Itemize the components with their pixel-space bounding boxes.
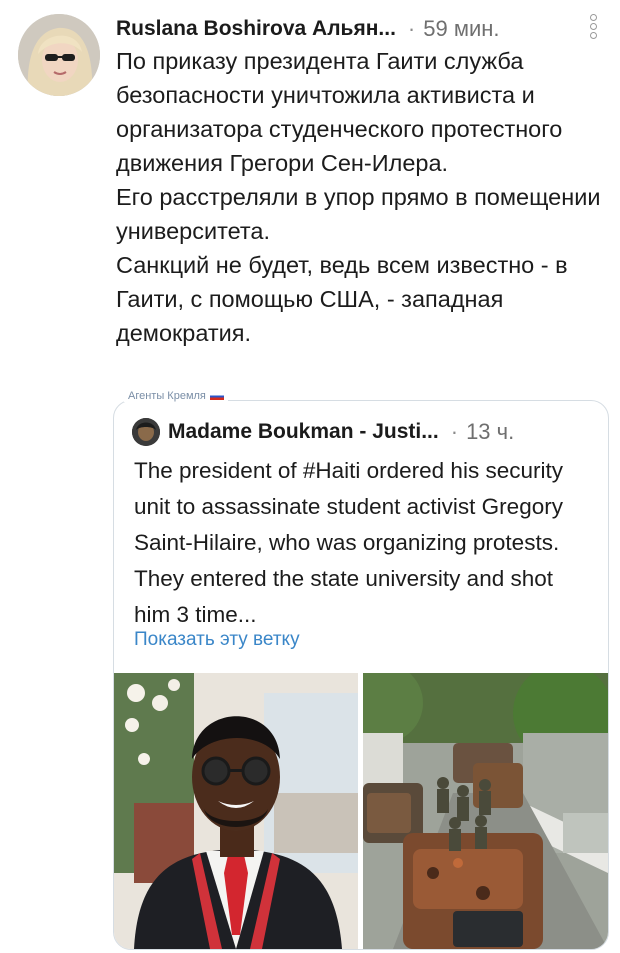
- separator-dot: ·: [407, 16, 416, 41]
- photo-man-portrait[interactable]: [114, 673, 358, 949]
- tweet-header: Ruslana Boshirova Альян... · 59 мин.: [116, 12, 606, 46]
- watermark: Агенты Кремля: [124, 390, 228, 402]
- tweet-paragraph: Санкций не будет, ведь всем известно - в…: [116, 252, 568, 346]
- quoted-tweet[interactable]: Madame Boukman - Justi... · 13 ч. The pr…: [113, 400, 609, 950]
- tweet-text: По приказу президента Гаити служба безоп…: [116, 44, 616, 350]
- tweet-paragraph: Его расстреляли в упор прямо в помещении…: [116, 184, 601, 244]
- more-vertical-icon[interactable]: [590, 14, 598, 42]
- photo-military-convoy[interactable]: [363, 673, 608, 949]
- watermark-label: Агенты Кремля: [128, 390, 206, 402]
- tweet-card[interactable]: Ruslana Boshirova Альян... · 59 мин. По …: [0, 0, 620, 953]
- quoted-timestamp[interactable]: 13 ч.: [466, 419, 514, 445]
- quoted-avatar[interactable]: [132, 418, 160, 446]
- tweet-paragraph: По приказу президента Гаити служба безоп…: [116, 48, 563, 176]
- russian-flag-icon: [209, 392, 224, 400]
- quoted-tweet-header: Madame Boukman - Justi... · 13 ч.: [132, 417, 514, 447]
- avatar[interactable]: [18, 14, 100, 96]
- quoted-author-name[interactable]: Madame Boukman - Justi...: [168, 420, 439, 444]
- timestamp[interactable]: 59 мин.: [423, 16, 499, 42]
- show-thread-link[interactable]: Показать эту ветку: [134, 629, 300, 651]
- quoted-tweet-text: The president of #Haiti ordered his secu…: [134, 458, 563, 627]
- separator-dot: ·: [450, 419, 459, 444]
- author-name[interactable]: Ruslana Boshirova Альян...: [116, 17, 396, 41]
